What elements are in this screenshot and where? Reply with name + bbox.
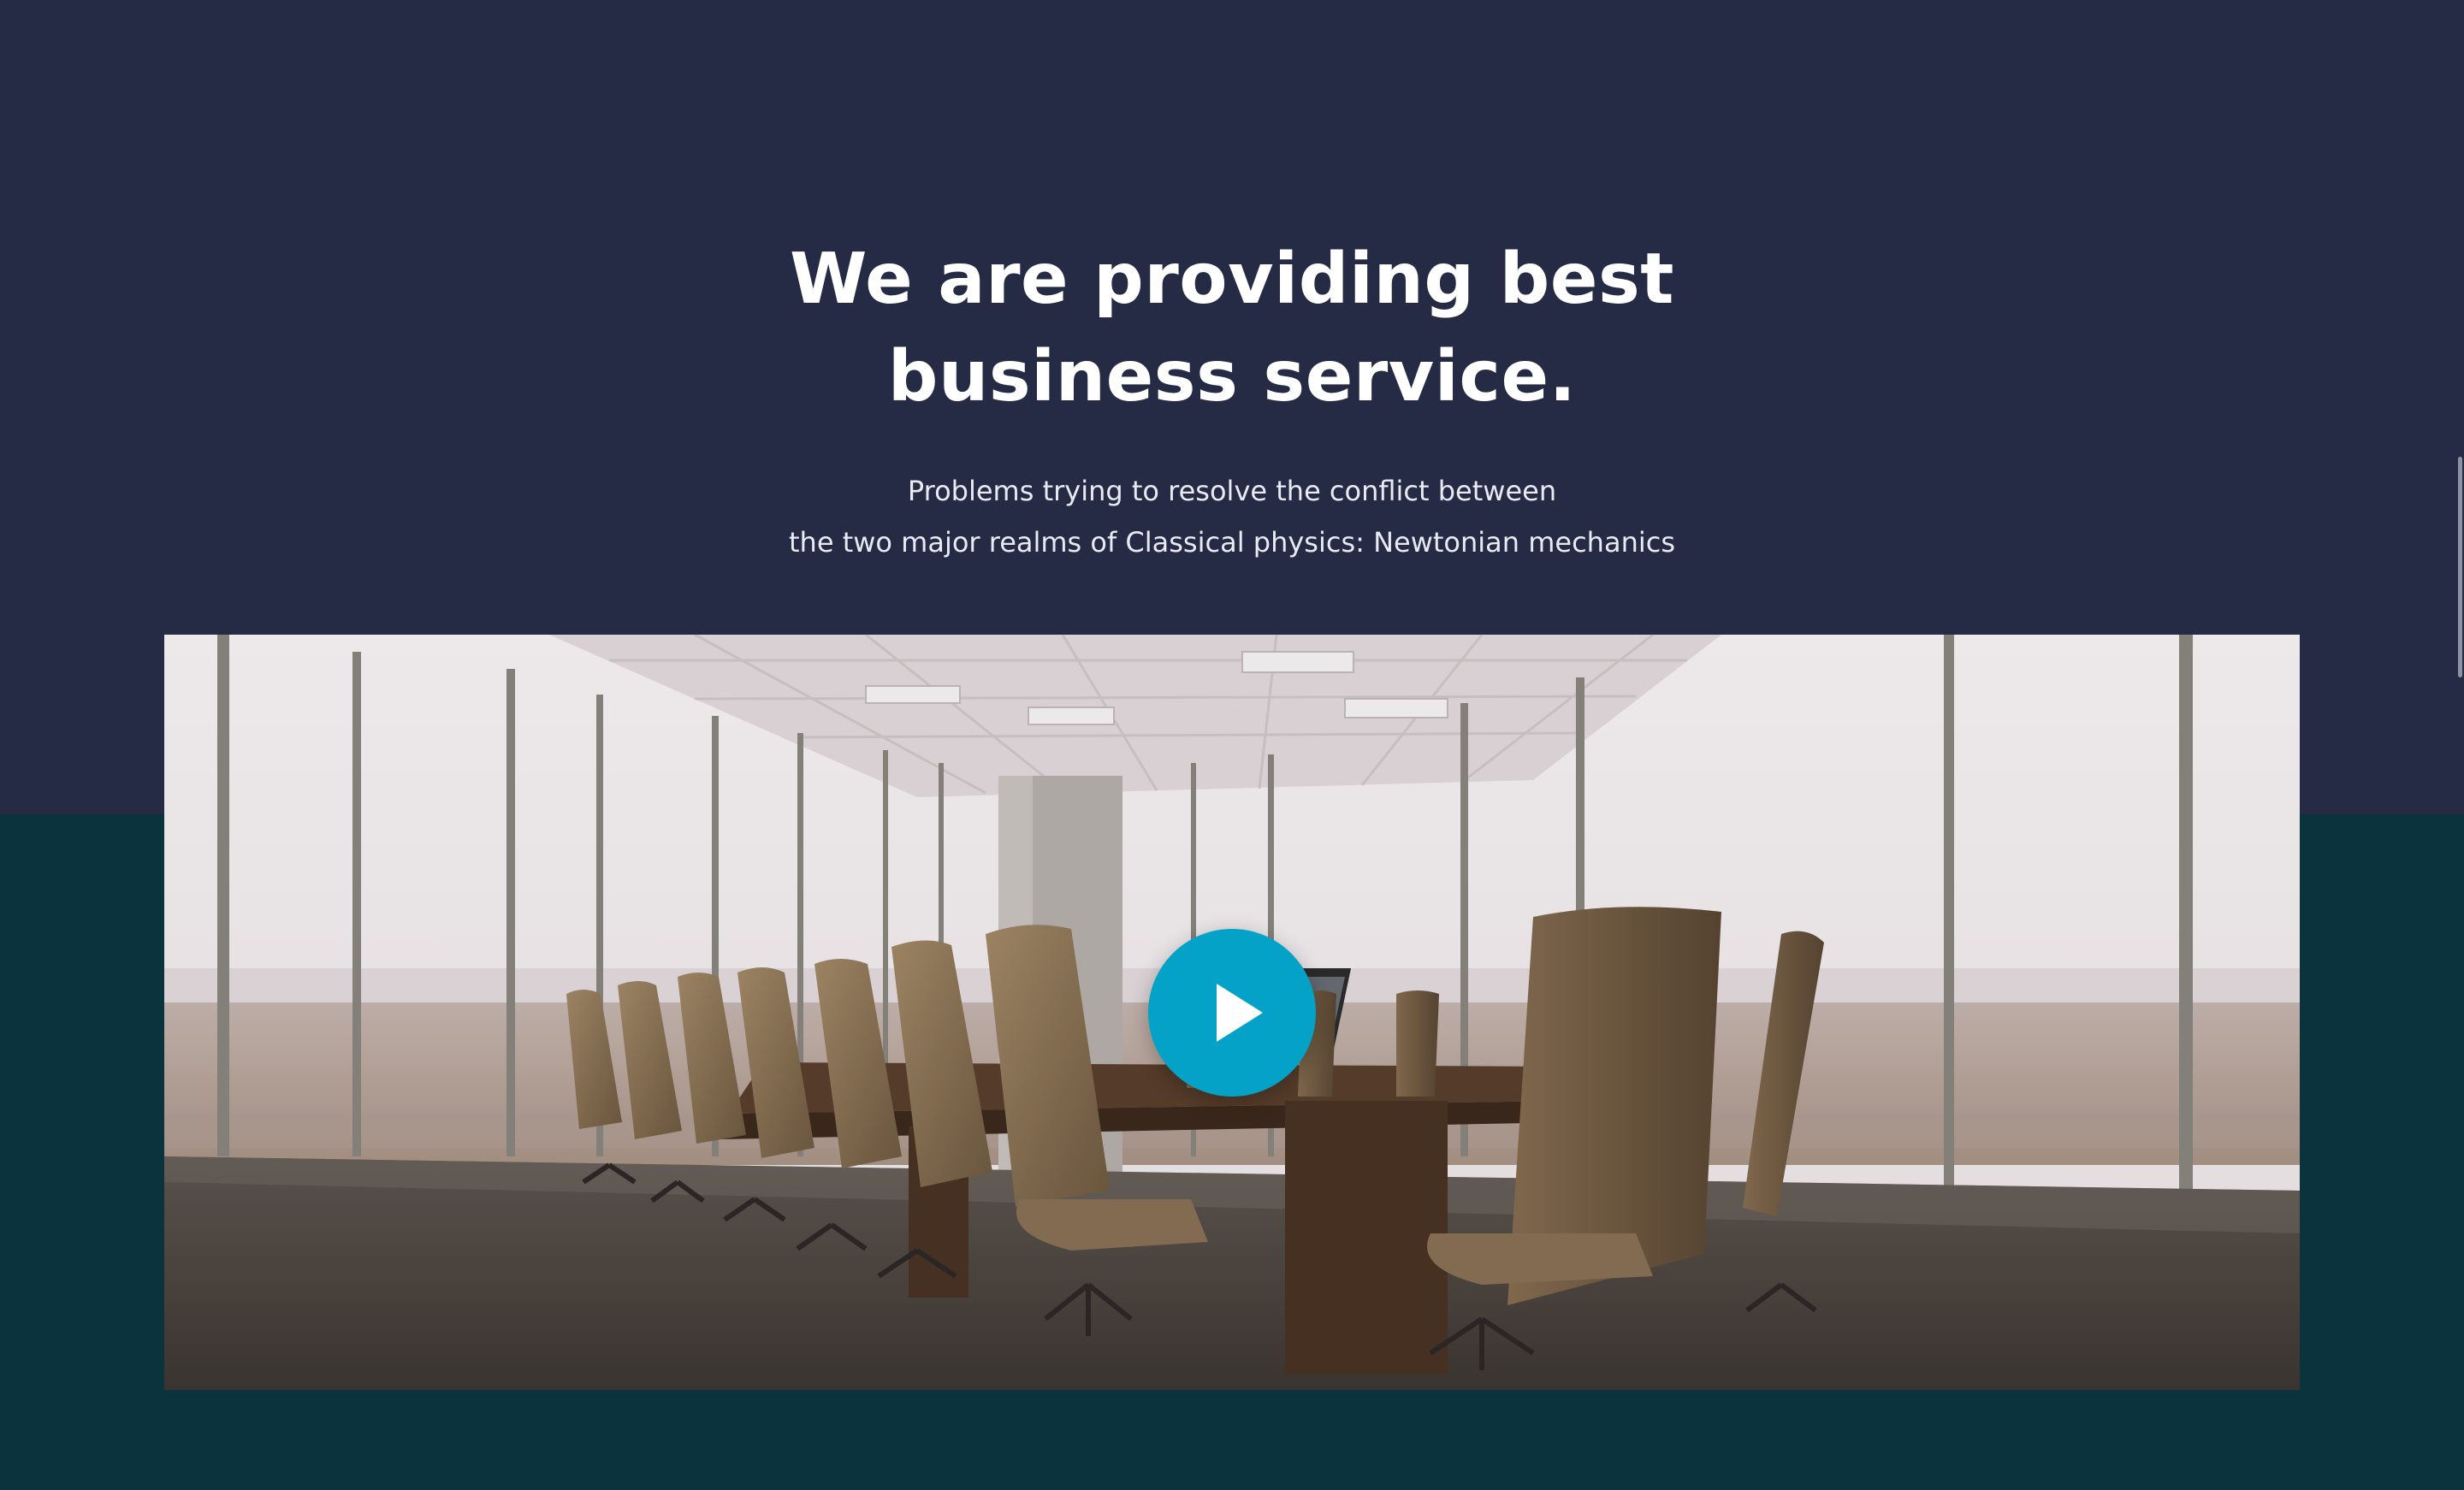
hero-headline-line-1: We are providing best: [790, 239, 1674, 320]
hero-subtext-line-2: the two major realms of Classical physic…: [789, 526, 1675, 559]
scrollbar[interactable]: [2455, 0, 2464, 1490]
play-button[interactable]: [1148, 929, 1316, 1097]
hero-subtext-line-1: Problems trying to resolve the conflict …: [907, 475, 1557, 507]
hero-headline: We are providing best business service.: [0, 231, 2464, 426]
hero-headline-line-2: business service.: [887, 336, 1577, 417]
play-icon: [1217, 984, 1263, 1042]
scrollbar-thumb[interactable]: [2458, 457, 2462, 677]
page: We are providing best business service. …: [0, 0, 2464, 1490]
hero-subtext: Problems trying to resolve the conflict …: [0, 465, 2464, 568]
